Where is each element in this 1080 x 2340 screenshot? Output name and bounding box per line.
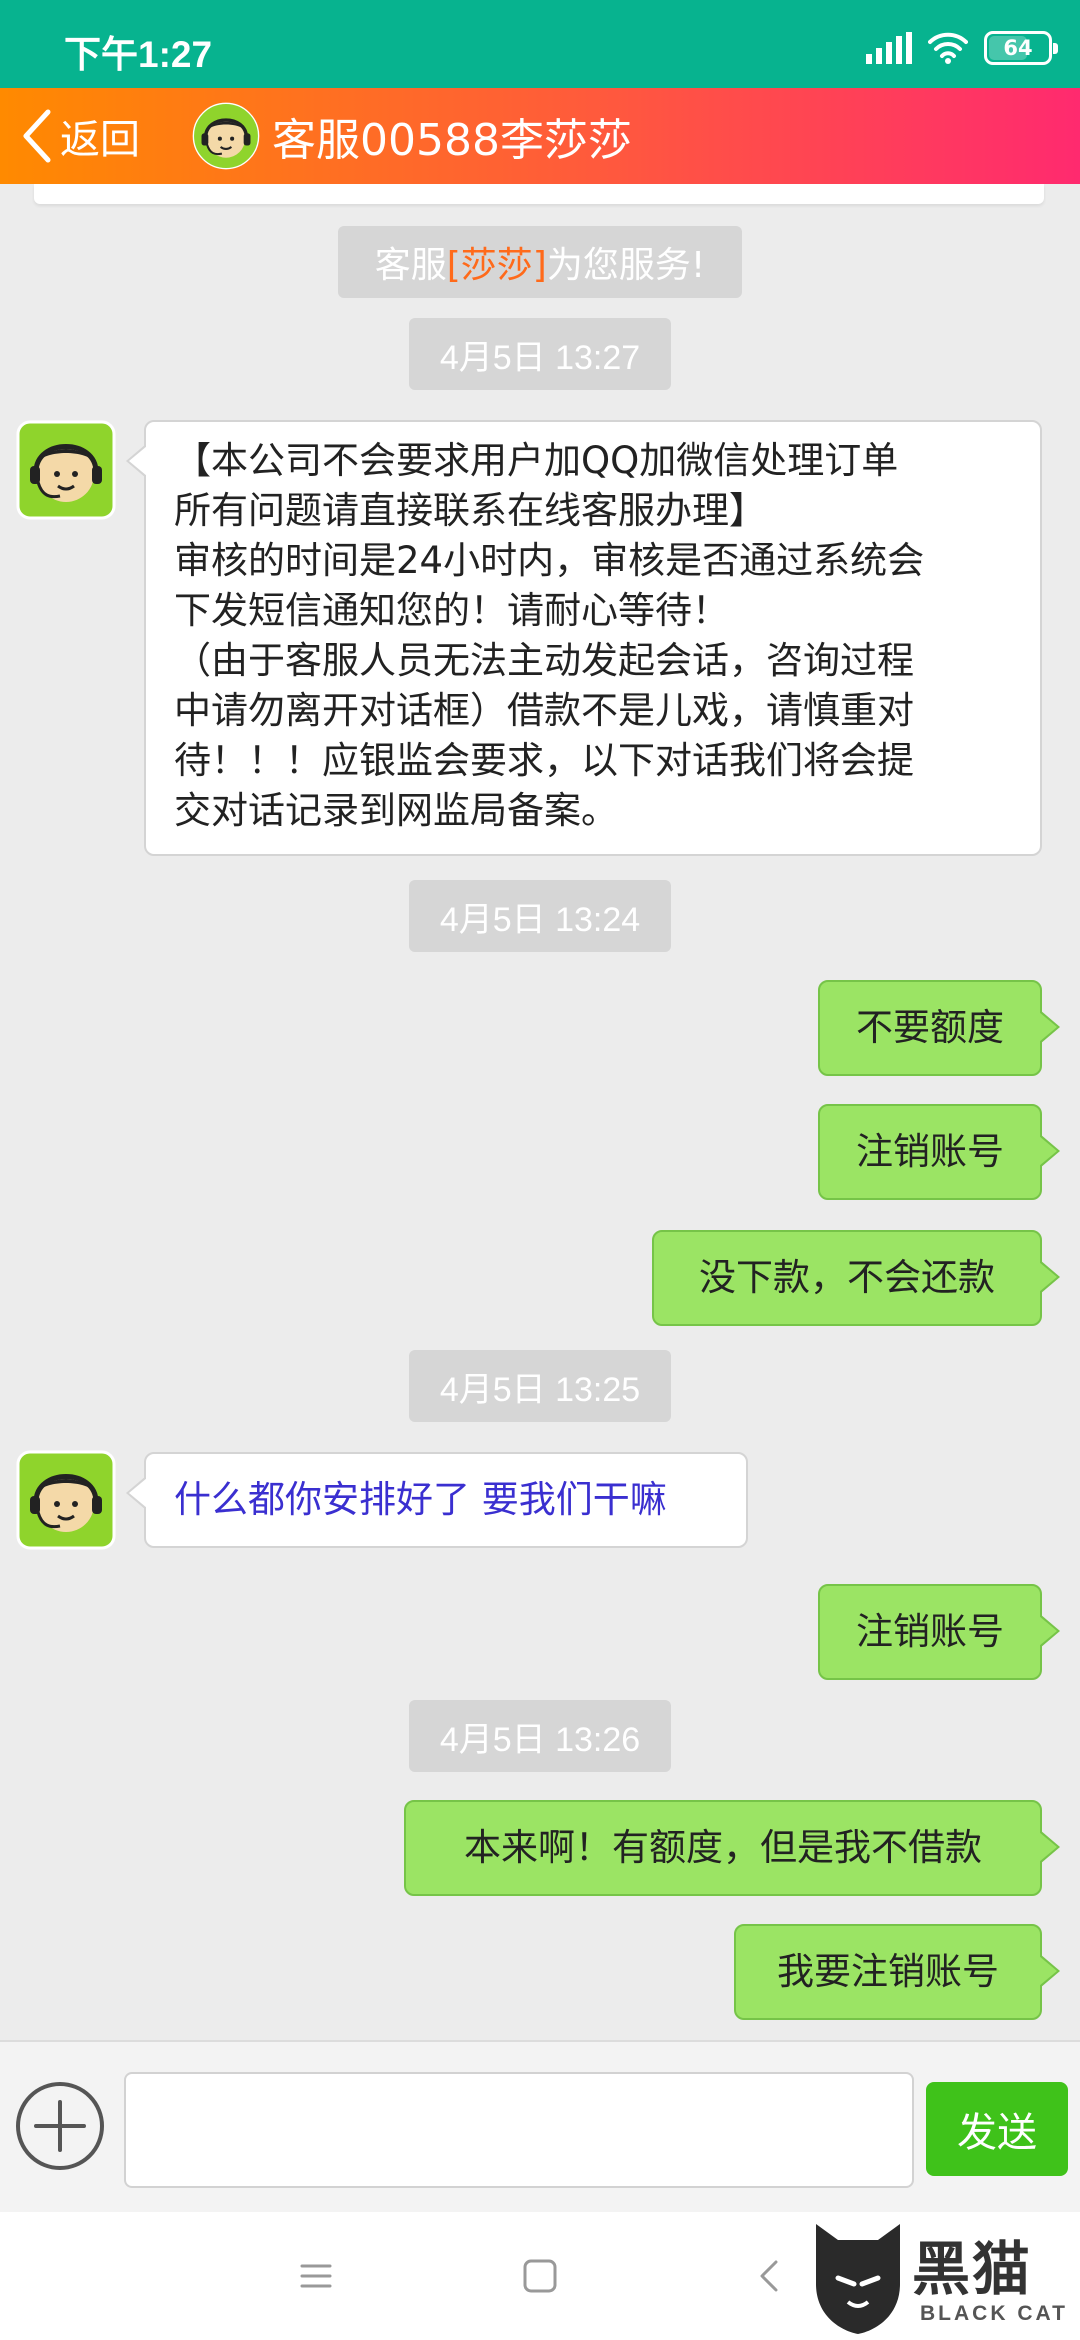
message-line: 中请勿离开对话框）借款不是儿戏，请慎重对 (174, 689, 914, 732)
outgoing-message[interactable]: 不要额度 (818, 980, 1060, 1076)
menu-icon[interactable] (286, 2246, 346, 2306)
back-icon[interactable] (740, 2246, 800, 2306)
notice-agent-name: [莎莎] (446, 245, 547, 286)
agent-avatar-icon (16, 1450, 116, 1550)
chat-area[interactable]: 客服 [莎莎] 为您服务! 4月5日 13:27 【本公司不会要求用户加QQ加微信处… (0, 184, 1080, 2040)
incoming-message[interactable]: 【本公司不会要求用户加QQ加微信处理订单 所有问题请直接联系在线客服办理】 审核… (126, 420, 1042, 856)
agent-avatar-icon (192, 102, 260, 170)
back-label: 返回 (60, 117, 140, 163)
agent-avatar-icon (16, 420, 116, 520)
timestamp: 4月5日 13:25 (409, 1350, 671, 1422)
watermark-text: 黑猫 (912, 2235, 1033, 2303)
outgoing-message[interactable]: 没下款，不会还款 (652, 1230, 1060, 1326)
chat-header: 返回 客服00588李莎莎 (0, 88, 1080, 184)
message-line: 待！！！应银监会要求，以下对话我们将会提 (174, 739, 914, 782)
message-line: 下发短信通知您的！请耐心等待！ (174, 589, 729, 632)
notice-prefix: 客服 (374, 245, 447, 286)
outgoing-message[interactable]: 注销账号 (818, 1104, 1060, 1200)
top-card (34, 184, 1044, 204)
message-line: 交对话记录到网监局备案。 (174, 789, 618, 832)
outgoing-message[interactable]: 注销账号 (818, 1584, 1060, 1680)
message-line: 【本公司不会要求用户加QQ加微信处理订单 (174, 439, 899, 482)
watermark-subtext: BLACK CAT (920, 2302, 1068, 2325)
chevron-left-icon (23, 109, 51, 163)
service-notice: 客服 [莎莎] 为您服务! (338, 226, 742, 298)
blackcat-watermark: 黑猫 BLACK CAT (808, 2218, 1080, 2340)
input-bar: 发送 (0, 2040, 1080, 2212)
blackcat-logo-icon (816, 2224, 900, 2334)
plus-icon[interactable] (14, 2080, 106, 2172)
outgoing-message[interactable]: 本来啊！有额度，但是我不借款 (404, 1800, 1060, 1896)
message-line: 审核的时间是24小时内，审核是否通过系统会 (174, 539, 925, 582)
status-bar: 下午1:27 64 (0, 0, 1080, 88)
notice-suffix: 为您服务! (546, 245, 706, 286)
outgoing-message[interactable]: 我要注销账号 (734, 1924, 1060, 2020)
home-icon[interactable] (510, 2246, 570, 2306)
signal-icon (866, 32, 912, 64)
wifi-icon (928, 32, 968, 64)
status-time: 下午1:27 (64, 34, 213, 75)
message-line: （由于客服人员无法主动发起会话，咨询过程 (174, 639, 914, 682)
message-input[interactable] (124, 2072, 914, 2188)
send-button[interactable]: 发送 (926, 2082, 1068, 2176)
incoming-message[interactable]: 什么都你安排好了 要我们干嘛 (126, 1452, 748, 1548)
chat-title: 客服00588李莎莎 (192, 88, 632, 184)
back-button[interactable]: 返回 (18, 88, 140, 184)
timestamp: 4月5日 13:27 (409, 318, 671, 390)
battery-icon: 64 (984, 31, 1058, 65)
chat-title-text: 客服00588李莎莎 (272, 115, 632, 166)
timestamp: 4月5日 13:26 (409, 1700, 671, 1772)
timestamp: 4月5日 13:24 (409, 880, 671, 952)
message-line: 所有问题请直接联系在线客服办理】 (174, 489, 766, 532)
battery-level: 64 (1003, 36, 1033, 60)
status-icons: 64 (866, 28, 1058, 68)
